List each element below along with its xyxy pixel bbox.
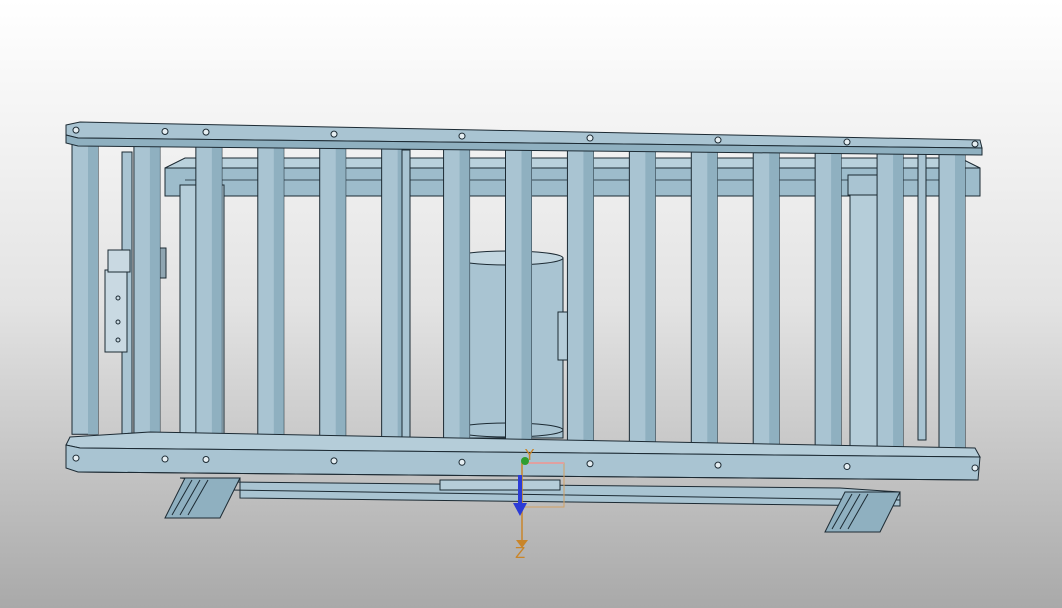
bolt-hole bbox=[458, 458, 466, 466]
y-axis-label: Y bbox=[524, 446, 535, 464]
left-foot bbox=[164, 477, 241, 519]
roller bbox=[628, 144, 656, 445]
bolt-hole bbox=[330, 130, 338, 138]
roller bbox=[443, 142, 471, 442]
roller bbox=[876, 147, 904, 450]
bottom-front-rail bbox=[65, 431, 981, 481]
bolt-hole bbox=[72, 126, 80, 134]
3d-viewport[interactable]: Y Z bbox=[0, 0, 1062, 608]
roller bbox=[257, 139, 285, 439]
roller bbox=[319, 140, 347, 440]
roller bbox=[505, 142, 532, 443]
roller bbox=[133, 138, 161, 436]
bolt-hole bbox=[161, 455, 169, 463]
under-frame bbox=[164, 477, 901, 533]
roller bbox=[566, 143, 594, 444]
bolt-hole bbox=[843, 138, 851, 146]
model-canvas[interactable]: Y Z bbox=[0, 0, 1062, 608]
bolt-hole bbox=[202, 455, 210, 463]
bolt-hole bbox=[714, 136, 722, 144]
tie-rod bbox=[917, 149, 927, 441]
bolt-hole bbox=[202, 128, 210, 136]
roller bbox=[195, 139, 223, 437]
bolt-hole bbox=[458, 132, 466, 140]
bolt-hole bbox=[586, 460, 594, 468]
bolt-hole bbox=[971, 140, 979, 148]
tie-rod bbox=[401, 149, 411, 441]
roller bbox=[71, 137, 99, 435]
roller bbox=[814, 146, 842, 449]
bolt-hole bbox=[161, 127, 169, 135]
bolt-hole bbox=[843, 463, 851, 471]
roller bbox=[752, 145, 780, 448]
bolt-hole bbox=[971, 464, 979, 472]
roller-group bbox=[71, 137, 966, 451]
bolt-hole bbox=[714, 461, 722, 469]
roller bbox=[938, 148, 966, 451]
bolt-hole bbox=[330, 457, 338, 465]
z-axis-label: Z bbox=[515, 544, 525, 562]
roller bbox=[690, 145, 718, 446]
bolt-hole bbox=[72, 454, 80, 462]
bolt-hole bbox=[586, 134, 594, 142]
